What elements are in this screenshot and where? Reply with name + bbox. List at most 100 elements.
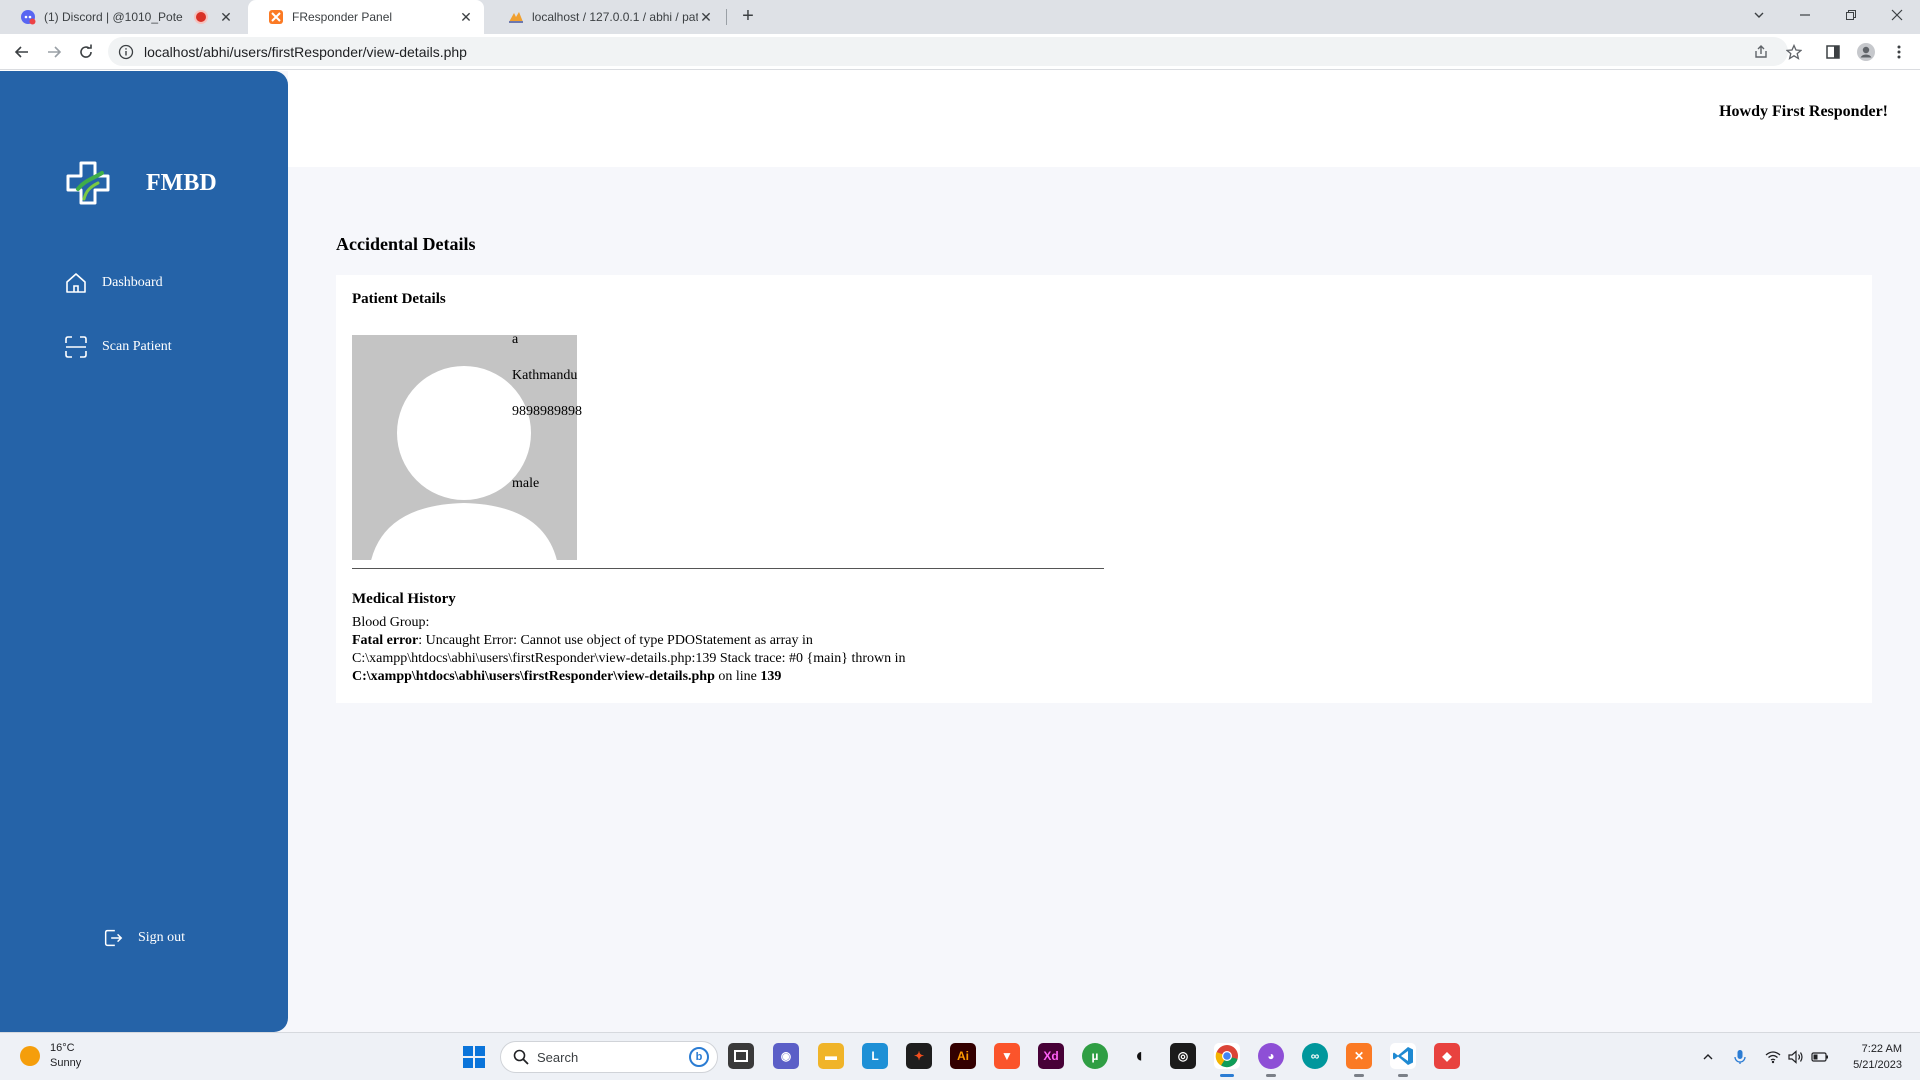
taskbar-search[interactable]: Search b [500,1041,718,1073]
l-app-icon[interactable]: L [862,1043,888,1069]
tab-phpmyadmin[interactable]: localhost / 127.0.0.1 / abhi / patie ✕ [488,0,724,34]
sign-out-label: Sign out [138,930,186,945]
sidebar: FMBD Dashboard Scan Patient Sign out [0,71,288,1032]
xampp-control-icon[interactable]: ✕ [1346,1043,1372,1077]
arduino-icon[interactable]: ∞ [1302,1043,1328,1069]
close-icon[interactable]: ✕ [458,9,474,25]
reload-icon[interactable] [72,38,100,66]
vscode-icon[interactable] [1390,1043,1416,1077]
site-info-icon[interactable] [118,44,134,60]
windows-start-icon[interactable] [462,1045,486,1069]
system-clock[interactable]: 7:22 AM 5/21/2023 [1853,1041,1902,1073]
browser-tab-strip: (1) Discord | @1010_Pote ✕ FResponder Pa… [0,0,1920,34]
url-text: localhost/abhi/users/firstResponder/view… [144,43,467,60]
sign-out-button[interactable]: Sign out [102,927,185,949]
tab-title: (1) Discord | @1010_Pote [44,10,183,24]
battery-icon[interactable] [1810,1047,1830,1067]
discord-icon [21,10,36,25]
brand[interactable]: FMBD [64,159,217,207]
tab-search-chevron-icon[interactable] [1736,0,1782,30]
back-arrow-icon[interactable] [8,38,36,66]
windows-taskbar: 16°C Sunny Search b ◉ ▬ L ✦ Ai ▼ Xd µ ◖ … [0,1032,1920,1080]
volume-icon[interactable] [1786,1047,1806,1067]
wifi-icon[interactable] [1763,1047,1783,1067]
home-icon [66,273,86,293]
restore-icon[interactable] [1828,0,1874,30]
xampp-icon [269,10,283,24]
close-window-icon[interactable] [1874,0,1920,30]
minimize-icon[interactable] [1782,0,1828,30]
error-line-number: 139 [760,669,782,684]
blood-group-label: Blood Group: [352,615,430,630]
tab-separator [726,9,727,25]
weather-temperature: 16°C [50,1042,75,1054]
fatal-error-label: Fatal error [352,633,419,648]
patient-address: Kathmandu [512,368,578,383]
anydesk-icon[interactable]: ◆ [1434,1043,1460,1069]
error-file-path: C:\xampp\htdocs\abhi\users\firstResponde… [352,669,715,684]
github-desktop-icon[interactable]: ◕ [1258,1043,1284,1077]
bookmark-star-icon[interactable] [1784,42,1804,62]
adobe-xd-icon[interactable]: Xd [1038,1043,1064,1069]
show-hidden-icons-chevron-icon[interactable] [1698,1047,1718,1067]
obs-icon[interactable]: ◎ [1170,1043,1196,1069]
sidebar-item-label: Scan Patient [102,339,172,354]
php-error-trace: C:\xampp\htdocs\abhi\users\firstResponde… [352,651,906,666]
page-content: FMBD Dashboard Scan Patient Sign out How… [0,71,1920,1032]
search-placeholder: Search [537,1049,579,1065]
patient-phone: 9898989898 [512,404,582,419]
sidebar-item-label: Dashboard [102,275,163,290]
medical-cross-logo-icon [66,161,110,205]
share-icon[interactable] [1751,42,1771,62]
recording-indicator-icon [196,12,206,22]
sidebar-item-scan-patient[interactable]: Scan Patient [64,335,172,359]
new-tab-button[interactable]: + [736,5,760,29]
menu-kebab-icon[interactable] [1889,42,1909,62]
page-title: Accidental Details [336,234,476,254]
close-icon[interactable]: ✕ [698,9,714,25]
scan-icon [65,336,87,358]
sidebar-item-dashboard[interactable]: Dashboard [64,271,163,295]
inkdrop-icon[interactable]: ◖ [1126,1043,1152,1069]
patient-name: a [512,332,519,347]
php-error-line-1: Fatal error: Uncaught Error: Cannot use … [352,633,813,649]
medical-history-heading: Medical History [352,591,456,607]
tab-discord[interactable]: (1) Discord | @1010_Pote ✕ [0,0,244,34]
top-header: Howdy First Responder! [288,71,1920,167]
utorrent-icon[interactable]: µ [1082,1043,1108,1069]
side-panel-icon[interactable] [1823,42,1843,62]
clock-date: 5/21/2023 [1853,1059,1902,1071]
chrome-icon[interactable] [1214,1043,1240,1077]
weather-description: Sunny [50,1057,82,1069]
close-icon[interactable]: ✕ [218,9,234,25]
error-on-line-text: on line [714,669,761,684]
greeting-text: Howdy First Responder! [1719,103,1888,120]
tab-title: localhost / 127.0.0.1 / abhi / patie [532,10,698,24]
brand-name: FMBD [146,169,217,196]
patient-gender: male [512,476,540,491]
php-error-line-3: C:\xampp\htdocs\abhi\users\firstResponde… [352,669,781,685]
weather-widget[interactable]: 16°C Sunny [20,1041,81,1071]
logout-icon [104,929,123,947]
tab-fresponder-panel[interactable]: FResponder Panel ✕ [248,0,484,34]
figma-icon[interactable]: ✦ [906,1043,932,1069]
phpmyadmin-icon [509,12,523,23]
clock-time: 7:22 AM [1861,1043,1902,1055]
microphone-icon[interactable] [1730,1047,1750,1067]
address-bar[interactable]: localhost/abhi/users/firstResponder/view… [108,37,1788,66]
section-divider [352,568,1104,569]
tab-title: FResponder Panel [292,10,393,24]
browser-toolbar: localhost/abhi/users/firstResponder/view… [0,34,1920,70]
details-card: Patient Details a Kathmandu 9898989898 m… [336,275,1872,703]
bing-icon: b [689,1047,709,1067]
search-icon [513,1049,529,1065]
illustrator-icon[interactable]: Ai [950,1043,976,1069]
brave-browser-icon[interactable]: ▼ [994,1043,1020,1069]
file-explorer-icon[interactable]: ▬ [818,1043,844,1069]
task-view-icon[interactable] [728,1043,754,1069]
teams-chat-icon[interactable]: ◉ [773,1043,799,1069]
forward-arrow-icon[interactable] [40,38,68,66]
profile-avatar-icon[interactable] [1856,42,1876,62]
error-message: : Uncaught Error: Cannot use object of t… [418,633,813,648]
patient-details-heading: Patient Details [352,291,446,307]
